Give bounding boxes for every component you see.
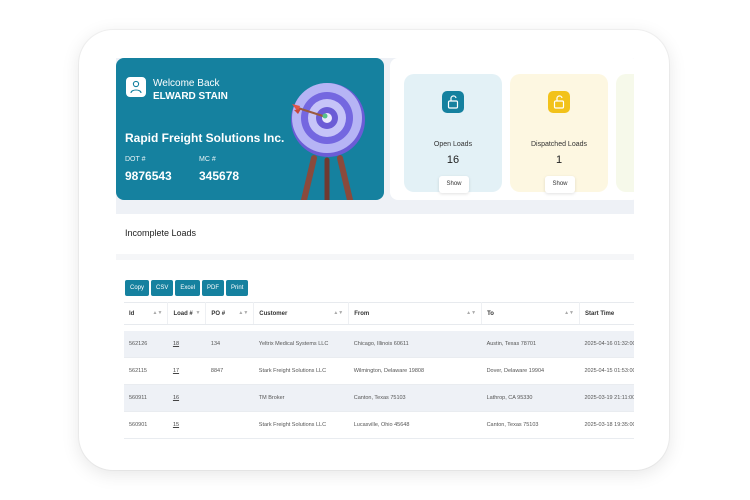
cell-start-time: 2025-04-16 01:32:00 xyxy=(579,330,634,358)
welcome-text: Welcome Back ELWARD STAIN xyxy=(153,77,228,103)
cell-to: Lathrop, CA 95330 xyxy=(481,384,580,412)
cell-po: 8847 xyxy=(205,357,254,385)
cell-to: Dover, Delaware 19904 xyxy=(481,357,580,385)
show-dispatched-loads-button[interactable]: Show xyxy=(545,176,575,193)
load-link[interactable]: 17 xyxy=(173,368,179,374)
cell-start-time: 2025-03-18 19:35:00 xyxy=(579,411,634,439)
cell-from: Wilmington, Delaware 19808 xyxy=(348,357,482,385)
cell-id: 562115 xyxy=(124,357,168,385)
cell-start-time: 2025-03-19 21:11:00 xyxy=(579,384,634,412)
show-open-loads-button[interactable]: Show xyxy=(439,176,469,193)
cell-to: Canton, Texas 75103 xyxy=(481,411,580,439)
avatar[interactable] xyxy=(126,77,146,97)
copy-button[interactable]: Copy xyxy=(125,280,150,296)
load-link[interactable]: 16 xyxy=(173,395,179,401)
dot-value: 9876543 xyxy=(125,169,172,183)
col-header-customer[interactable]: Customer ▲▼ xyxy=(253,302,350,325)
cell-to: Austin, Texas 78701 xyxy=(481,330,580,358)
col-header-from[interactable]: From ▲▼ xyxy=(348,302,483,325)
cell-customer: Stark Freight Solutions LLC xyxy=(253,357,349,385)
export-buttons: Copy CSV Excel PDF Print xyxy=(125,276,250,296)
col-header-start-time[interactable]: Start Time xyxy=(579,302,634,325)
stat-title: Dispatched Loads xyxy=(530,141,588,148)
target-illustration-icon xyxy=(291,83,365,200)
excel-button[interactable]: Excel xyxy=(175,280,201,296)
greeting: Welcome Back xyxy=(153,78,220,89)
cell-from: Canton, Texas 75103 xyxy=(348,384,482,412)
load-link[interactable]: 15 xyxy=(173,422,179,428)
cell-customer: TM Broker xyxy=(253,384,349,412)
dot-label: DOT # xyxy=(125,156,146,163)
cell-customer: Yeltrix Medical Systems LLC xyxy=(253,330,349,358)
cell-po xyxy=(205,411,254,439)
stat-card-partial xyxy=(616,74,634,192)
load-link[interactable]: 18 xyxy=(173,341,179,347)
user-name: ELWARD STAIN xyxy=(153,91,228,102)
col-header-po[interactable]: PO # ▲▼ xyxy=(205,302,255,325)
col-header-to[interactable]: To ▲▼ xyxy=(481,302,580,325)
cell-id: 562126 xyxy=(124,330,168,358)
mc-value: 345678 xyxy=(199,169,240,183)
user-icon xyxy=(130,80,142,94)
cell-from: Lucasville, Ohio 45648 xyxy=(348,411,482,439)
open-loads-icon-badge xyxy=(442,91,464,113)
cell-po: 134 xyxy=(205,330,254,358)
col-header-id[interactable]: Id ▲▼ xyxy=(124,302,169,325)
stat-title: Open Loads xyxy=(433,141,473,148)
cell-po xyxy=(205,384,254,412)
cell-start-time: 2025-04-15 01:53:00 xyxy=(579,357,634,385)
cell-id: 560901 xyxy=(124,411,168,439)
stat-value: 16 xyxy=(446,154,460,166)
col-header-load[interactable]: Load # ▼ xyxy=(167,302,207,325)
pdf-button[interactable]: PDF xyxy=(202,280,225,296)
stats-panel: Open Loads 16 Show Dispatched Loads 1 Sh… xyxy=(390,58,634,200)
stat-value: 1 xyxy=(555,154,563,166)
loads-table: Id ▲▼ Load # ▼ PO # ▲▼ Customer ▲▼ From ▲▼ To… xyxy=(124,302,634,439)
table-row[interactable]: 560911 16 TM Broker Canton, Texas 75103 … xyxy=(124,384,634,412)
table-row[interactable]: 562126 18 134 Yeltrix Medical Systems LL… xyxy=(124,330,634,358)
table-row[interactable]: 562115 17 8847 Stark Freight Solutions L… xyxy=(124,357,634,385)
mc-label: MC # xyxy=(199,156,216,163)
divider xyxy=(116,254,634,260)
cell-customer: Stark Freight Solutions LLC xyxy=(253,411,349,439)
welcome-card: Welcome Back ELWARD STAIN Rapid Freight … xyxy=(116,58,384,200)
cell-id: 560911 xyxy=(124,384,168,412)
lock-open-icon xyxy=(553,95,565,109)
dashboard-screen: Welcome Back ELWARD STAIN Rapid Freight … xyxy=(116,58,634,440)
stat-open-loads: Open Loads 16 Show xyxy=(404,74,502,193)
lock-open-icon xyxy=(447,95,459,109)
dispatched-loads-icon-badge xyxy=(548,91,570,113)
company-name: Rapid Freight Solutions Inc. xyxy=(125,131,285,145)
table-row[interactable]: 560901 15 Stark Freight Solutions LLC Lu… xyxy=(124,411,634,439)
incomplete-loads-section: Incomplete Loads Copy CSV Excel PDF Print Id… xyxy=(116,214,634,440)
stat-dispatched-loads: Dispatched Loads 1 Show xyxy=(510,74,608,193)
cell-from: Chicago, Illinois 60611 xyxy=(348,330,482,358)
section-title: Incomplete Loads xyxy=(125,228,197,238)
print-button[interactable]: Print xyxy=(226,280,249,296)
csv-button[interactable]: CSV xyxy=(151,280,174,296)
